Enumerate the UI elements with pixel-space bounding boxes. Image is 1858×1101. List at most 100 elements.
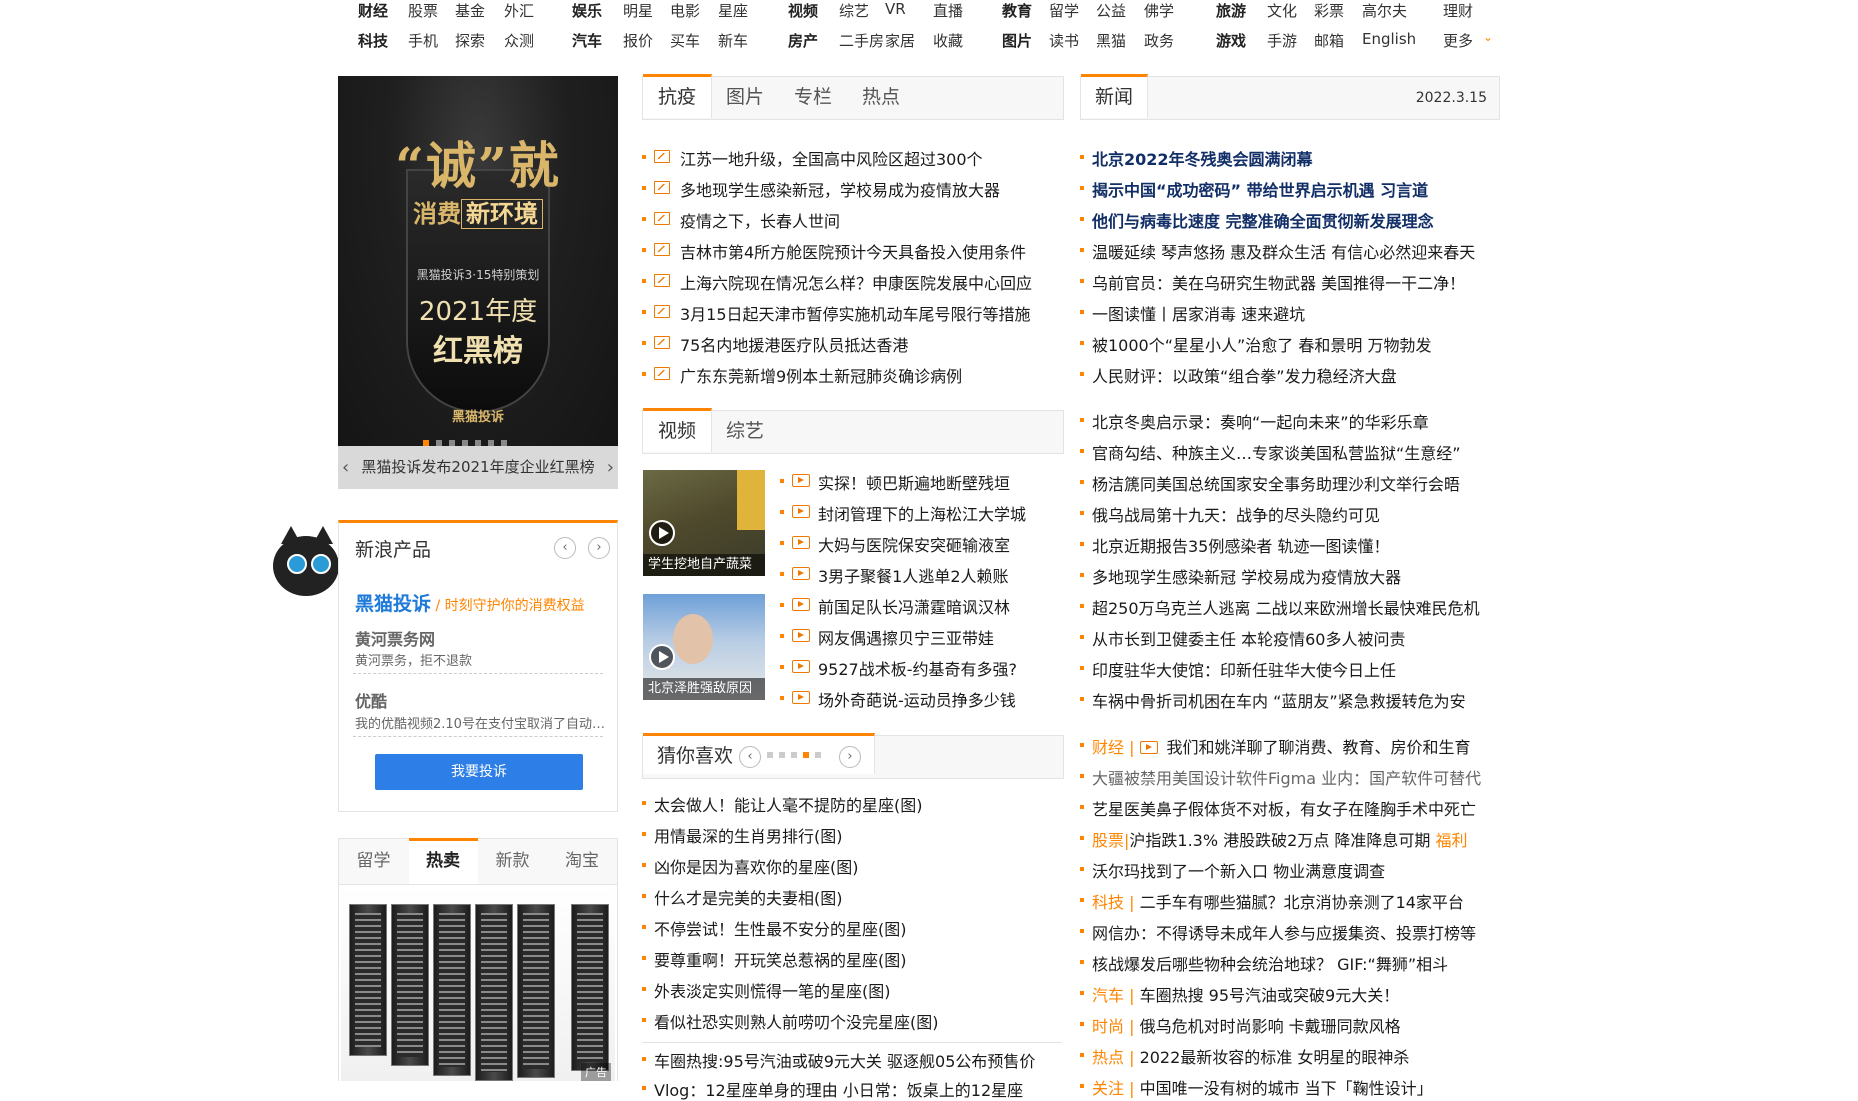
nav-link[interactable]: 财经: [358, 0, 388, 21]
list-item-text[interactable]: 9527战术板-约基奇有多强?: [818, 660, 1017, 679]
list-item-content[interactable]: 吉林市第4所方舱医院预计今天具备投入使用条件: [680, 239, 1026, 263]
list-item-text[interactable]: 一图读懂丨居家消毒 速来避坑: [1092, 305, 1305, 324]
tab-item[interactable]: 视频: [643, 408, 712, 452]
category-tag[interactable]: 科技 |: [1092, 893, 1134, 912]
nav-link[interactable]: 政务: [1144, 30, 1174, 51]
nav-link[interactable]: 收藏: [933, 30, 963, 51]
list-item-text[interactable]: 核战爆发后哪些物种会统治地球？ GIF:“舞狮”相斗: [1092, 955, 1448, 974]
list-item-content[interactable]: 车圈热搜:95号汽油或破9元大关 驱逐舰05公布预售价: [654, 1048, 1035, 1072]
nav-link[interactable]: 手游: [1267, 30, 1297, 51]
nav-link[interactable]: 房产: [788, 30, 818, 51]
list-item-content[interactable]: Vlog：12星座单身的理由 小日常：饭桌上的12星座: [654, 1077, 1023, 1101]
list-item-text[interactable]: 北京2022年冬残奥会圆满闭幕: [1092, 150, 1313, 169]
list-item-text[interactable]: 用情最深的生肖男排行(图): [654, 827, 843, 846]
banner-image[interactable]: “诚”就 消费 新环境 黑猫投诉3·15特别策划 2021年度 红黑榜 黑猫投诉: [338, 76, 618, 446]
list-item-text[interactable]: 二手车有哪些猫腻？北京消协亲测了14家平台: [1134, 893, 1464, 912]
list-item-content[interactable]: 时尚 | 俄乌危机对时尚影响 卡戴珊同款风格: [1092, 1013, 1401, 1037]
nav-link[interactable]: 娱乐: [572, 0, 602, 21]
category-tag[interactable]: 财经 |: [1092, 738, 1134, 757]
list-item-text[interactable]: 网友偶遇擦贝宁三亚带娃: [818, 629, 994, 648]
list-item-content[interactable]: 官商勾结、种族主义…专家谈美国私营监狱“生意经”: [1092, 440, 1461, 464]
list-item-content[interactable]: 沃尔玛找到了一个新入口 物业满意度调查: [1092, 858, 1385, 882]
tab-item[interactable]: 图片: [711, 76, 779, 118]
tab-news[interactable]: 新闻: [1081, 74, 1148, 118]
list-item-text[interactable]: 俄乌危机对时尚影响 卡戴珊同款风格: [1134, 1017, 1401, 1036]
list-item-content[interactable]: 北京近期报告35例感染者 轨迹一图读懂！: [1092, 533, 1389, 557]
list-item-text[interactable]: 超250万乌克兰人逃离 二战以来欧洲增长最快难民危机: [1092, 599, 1480, 618]
list-item-content[interactable]: 大妈与医院保安突砸输液室: [818, 532, 1010, 556]
nav-link[interactable]: English: [1362, 30, 1416, 48]
list-item-text[interactable]: 网信办：不得诱导未成年人参与应援集资、投票打榜等: [1092, 924, 1476, 943]
category-tag[interactable]: 关注 |: [1092, 1079, 1134, 1098]
brand-name[interactable]: 黑猫投诉: [355, 593, 431, 615]
nav-link[interactable]: 视频: [788, 0, 818, 21]
next-arrow-icon[interactable]: ›: [839, 746, 861, 768]
list-item-content[interactable]: 艺星医美鼻子假体货不对板，有女子在隆胸手术中死亡: [1092, 796, 1476, 820]
nav-link[interactable]: 探索: [455, 30, 485, 51]
list-item-content[interactable]: 封闭管理下的上海松江大学城: [818, 501, 1026, 525]
tab-item[interactable]: 抗疫: [643, 74, 712, 118]
list-item-content[interactable]: 温暖延续 琴声悠扬 惠及群众生活 有信心必然迎来春天: [1092, 239, 1475, 263]
list-item-content[interactable]: 疫情之下，长春人世间: [680, 208, 840, 232]
nav-link[interactable]: 新车: [718, 30, 748, 51]
list-item-content[interactable]: 财经 | 我们和姚洋聊了聊消费、教育、房价和生育: [1092, 734, 1471, 758]
video-thumb-caption[interactable]: 北京泽胜强敌原因: [643, 678, 765, 700]
category-tag[interactable]: 热点 |: [1092, 1048, 1134, 1067]
list-item-text[interactable]: 疫情之下，长春人世间: [680, 212, 840, 231]
server-rack-ad-image[interactable]: 广告: [341, 886, 615, 1081]
list-item-content[interactable]: 多地现学生感染新冠，学校易成为疫情放大器: [680, 177, 1000, 201]
list-item-content[interactable]: 9527战术板-约基奇有多强?: [818, 656, 1017, 680]
video-thumb[interactable]: 学生挖地自产蔬菜: [643, 470, 765, 576]
product-item-desc[interactable]: 我的优酷视频2.10号在支付宝取消了自动续费: [355, 713, 605, 732]
list-item-text[interactable]: 吉林市第4所方舱医院预计今天具备投入使用条件: [680, 243, 1026, 262]
list-item-content[interactable]: 一图读懂丨居家消毒 速来避坑: [1092, 301, 1305, 325]
nav-link[interactable]: VR: [885, 0, 906, 18]
list-item-text[interactable]: 车圈热搜 95号汽油或突破9元大关！: [1134, 986, 1400, 1005]
list-item-content[interactable]: 俄乌战局第十九天：战争的尽头隐约可见: [1092, 502, 1380, 526]
nav-link[interactable]: 旅游: [1216, 0, 1246, 21]
tab-item[interactable]: 热点: [847, 76, 915, 118]
banner-caption-text[interactable]: 黑猫投诉发布2021年度企业红黑榜: [361, 458, 594, 476]
chevron-left-icon[interactable]: ‹: [342, 446, 349, 489]
list-item-text[interactable]: 江苏一地升级，全国高中风险区超过300个: [680, 150, 983, 169]
play-icon[interactable]: [649, 644, 675, 670]
list-item-text[interactable]: 温暖延续 琴声悠扬 惠及群众生活 有信心必然迎来春天: [1092, 243, 1475, 262]
nav-link[interactable]: 黑猫: [1096, 30, 1126, 51]
list-item-content[interactable]: 关注 | 中国唯一没有树的城市 当下「鞠性设计」: [1092, 1075, 1433, 1099]
list-item-text[interactable]: 印度驻华大使馆：印新任驻华大使今日上任: [1092, 661, 1396, 680]
list-item-content[interactable]: 从市长到卫健委主任 本轮疫情60多人被问责: [1092, 626, 1405, 650]
list-item-text[interactable]: 大妈与医院保安突砸输液室: [818, 536, 1010, 555]
nav-link[interactable]: 更多: [1443, 30, 1473, 51]
nav-link[interactable]: 读书: [1049, 30, 1079, 51]
complain-button[interactable]: 我要投诉: [375, 754, 583, 790]
list-item-text[interactable]: Vlog：12星座单身的理由 小日常：饭桌上的12星座: [654, 1081, 1023, 1100]
list-item-content[interactable]: 股票|沪指跌1.3% 港股跌破2万点 降准降息可期 福利: [1092, 827, 1468, 851]
welfare-link[interactable]: 福利: [1436, 831, 1468, 850]
nav-link[interactable]: 佛学: [1144, 0, 1174, 21]
video-thumb[interactable]: 北京泽胜强敌原因: [643, 594, 765, 700]
list-item-content[interactable]: 广东东莞新增9例本土新冠肺炎确诊病例: [680, 363, 962, 387]
product-item-title[interactable]: 黄河票务网: [355, 626, 435, 650]
list-item-text[interactable]: 车圈热搜:95号汽油或破9元大关 驱逐舰05公布预售价: [654, 1052, 1035, 1071]
shop-tab[interactable]: 热卖: [408, 838, 478, 884]
page-dot[interactable]: [779, 752, 785, 758]
nav-link[interactable]: 高尔夫: [1362, 0, 1407, 21]
list-item-text[interactable]: 凶你是因为喜欢你的星座(图): [654, 858, 859, 877]
list-item-text[interactable]: 太会做人！能让人毫不提防的星座(图): [654, 796, 923, 815]
list-item-text[interactable]: 车祸中骨折司机困在车内 “蓝朋友”紧急救援转危为安: [1092, 692, 1466, 711]
list-item-text[interactable]: 多地现学生感染新冠，学校易成为疫情放大器: [680, 181, 1000, 200]
page-dot[interactable]: [767, 752, 773, 758]
shop-tab[interactable]: 新款: [478, 839, 547, 884]
list-item-text[interactable]: 多地现学生感染新冠 学校易成为疫情放大器: [1092, 568, 1401, 587]
nav-link[interactable]: 彩票: [1314, 0, 1344, 21]
list-item-text[interactable]: 3月15日起天津市暂停实施机动车尾号限行等措施: [680, 305, 1031, 324]
page-dot[interactable]: [803, 752, 809, 758]
list-item-text[interactable]: 外表淡定实则慌得一笔的星座(图): [654, 982, 891, 1001]
list-item-content[interactable]: 前国足队长冯潇霆暗讽汉林: [818, 594, 1010, 618]
category-tag[interactable]: 股票|: [1092, 831, 1129, 850]
list-item-content[interactable]: 超250万乌克兰人逃离 二战以来欧洲增长最快难民危机: [1092, 595, 1480, 619]
list-item-text[interactable]: 前国足队长冯潇霆暗讽汉林: [818, 598, 1010, 617]
list-item-content[interactable]: 大疆被禁用美国设计软件Figma 业内：国产软件可替代: [1092, 765, 1481, 789]
nav-link[interactable]: 邮箱: [1314, 30, 1344, 51]
list-item-content[interactable]: 揭示中国“成功密码” 带给世界启示机遇 习言道: [1092, 177, 1428, 201]
